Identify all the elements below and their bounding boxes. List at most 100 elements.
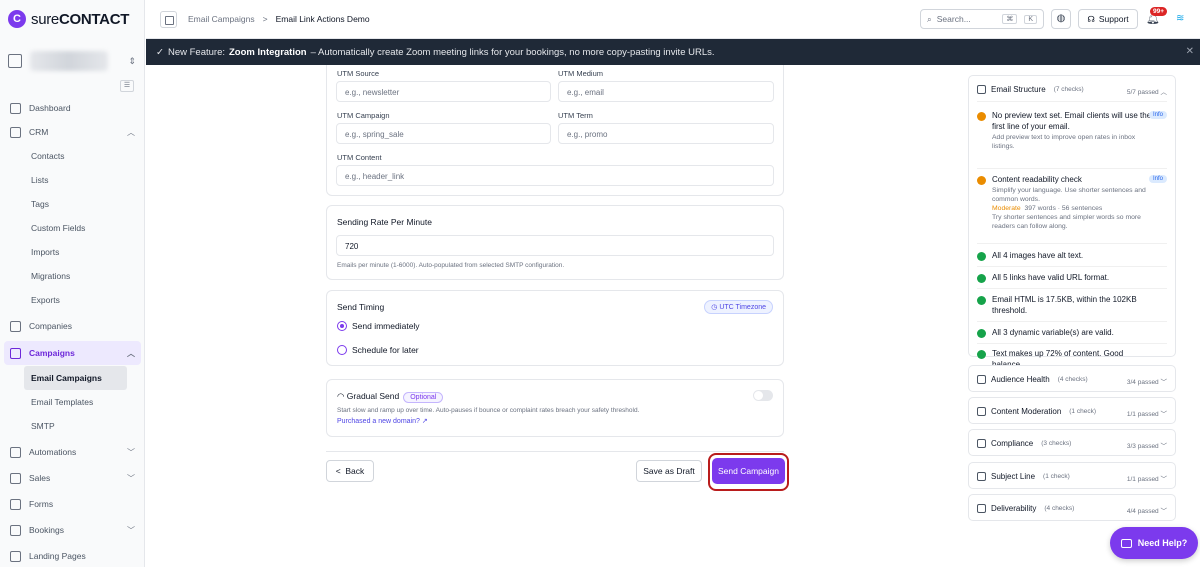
readability-counts: 397 words · 56 sentences: [1024, 205, 1103, 213]
check-item: All 5 links have valid URL format.: [977, 273, 1167, 285]
sidebar-collapse-icon[interactable]: ☰: [120, 80, 134, 92]
utm-medium-input[interactable]: e.g., email: [558, 81, 774, 102]
group-title: Deliverability: [991, 504, 1037, 513]
subject-line-group[interactable]: Subject Line (1 check) 1/1 passed ﹀: [968, 462, 1176, 489]
check-icon: ✓: [156, 46, 164, 58]
utm-content-label: UTM Content: [337, 153, 382, 162]
gauge-icon: ◠: [337, 391, 347, 401]
sending-rate-input[interactable]: 720: [336, 235, 774, 256]
utm-content-input[interactable]: e.g., header_link: [336, 165, 774, 186]
save-draft-button[interactable]: Save as Draft: [636, 460, 702, 482]
email-structure-card: Email Structure (7 checks) 5/7 passed ︿ N…: [968, 75, 1176, 369]
close-icon[interactable]: ✕: [1186, 46, 1194, 57]
support-button[interactable]: ☊ Support: [1078, 9, 1138, 29]
group-title: Email Structure: [991, 85, 1046, 94]
sidebar: C sureCONTACT ⇕ ☰ Dashboard CRM ︿ Contact…: [0, 0, 145, 567]
new-domain-link[interactable]: Purchased a new domain? ↗: [337, 417, 428, 425]
workspace-switcher[interactable]: ⇕: [8, 44, 136, 78]
sidebar-item-label: Automations: [29, 447, 77, 457]
building-icon: [8, 54, 22, 68]
sidebar-subitem-exports[interactable]: Exports: [0, 288, 145, 312]
group-header: Compliance (3 checks): [977, 439, 1071, 448]
sidebar-subitem-email-templates[interactable]: Email Templates: [0, 390, 145, 414]
separator: [977, 243, 1167, 244]
email-structure-header[interactable]: Email Structure (7 checks): [977, 85, 1084, 94]
audience-health-group[interactable]: Audience Health (4 checks) 3/4 passed ﹀: [968, 365, 1176, 392]
search-input[interactable]: ⌕ Search... ⌘ K: [920, 9, 1044, 29]
briefcase-icon: [10, 472, 21, 484]
radio-label: Send immediately: [352, 321, 420, 331]
sending-rate-help: Emails per minute (1-6000). Auto-populat…: [337, 262, 565, 269]
compliance-group[interactable]: Compliance (3 checks) 3/3 passed ﹀: [968, 429, 1176, 456]
gradual-send-toggle[interactable]: [753, 390, 773, 401]
deliverability-group[interactable]: Deliverability (4 checks) 4/4 passed ﹀: [968, 494, 1176, 521]
group-passed: 1/1 passed ﹀: [1126, 476, 1167, 483]
sidebar-item-sales[interactable]: Sales ﹀: [0, 466, 145, 490]
connection-icon[interactable]: ≋: [1176, 13, 1184, 24]
sidebar-item-bookings[interactable]: Bookings ﹀: [0, 518, 145, 542]
back-label: Back: [345, 466, 365, 476]
toggle-sidebar-icon[interactable]: [160, 11, 177, 28]
group-sub: (4 checks): [1044, 505, 1075, 512]
breadcrumb-separator: >: [262, 14, 268, 24]
sidebar-item-companies[interactable]: Companies: [0, 314, 145, 338]
sidebar-subitem-email-campaigns[interactable]: Email Campaigns: [24, 366, 127, 390]
sidebar-subitem-custom-fields[interactable]: Custom Fields: [0, 216, 145, 240]
sidebar-subitem-migrations[interactable]: Migrations: [0, 264, 145, 288]
automations-icon: [10, 446, 21, 458]
sidebar-item-label: CRM: [29, 127, 49, 137]
sidebar-item-forms[interactable]: Forms: [0, 492, 145, 516]
utm-campaign-input[interactable]: e.g., spring_sale: [336, 123, 551, 144]
megaphone-icon: [10, 347, 21, 359]
banner-feature: Zoom Integration: [229, 46, 307, 58]
logo-text-b: CONTACT: [58, 10, 130, 28]
sidebar-subitem-contacts[interactable]: Contacts: [0, 144, 145, 168]
chevron-left-icon: <: [335, 466, 341, 476]
globe-icon[interactable]: ◍: [1051, 9, 1071, 29]
info-badge: Info: [1148, 175, 1167, 183]
utm-term-input[interactable]: e.g., promo: [558, 123, 774, 144]
sidebar-item-landing-pages[interactable]: Landing Pages: [0, 544, 145, 567]
group-header: Audience Health (4 checks): [977, 375, 1088, 384]
check-text: All 5 links have valid URL format.: [992, 273, 1110, 282]
check-text-block: No preview text set. Email clients will …: [992, 111, 1152, 151]
sending-rate-card: Sending Rate Per Minute 720 Emails per m…: [326, 205, 784, 280]
check-circle-icon: [977, 296, 986, 305]
back-button[interactable]: < Back: [326, 460, 374, 482]
sidebar-item-crm[interactable]: CRM ︿: [0, 120, 145, 144]
need-help-button[interactable]: Need Help?: [1110, 527, 1198, 559]
group-header: Content Moderation (1 check): [977, 407, 1096, 416]
content-moderation-group[interactable]: Content Moderation (1 check) 1/1 passed ﹀: [968, 397, 1176, 424]
sidebar-subitem-lists[interactable]: Lists: [0, 168, 145, 192]
breadcrumb-parent[interactable]: Email Campaigns: [188, 14, 255, 24]
readability-stats: Moderate 397 words · 56 sentences: [992, 204, 1152, 213]
group-passed: 3/4 passed ﹀: [1126, 379, 1167, 386]
logo-text: sureCONTACT: [31, 11, 129, 28]
schedule-later-radio[interactable]: Schedule for later: [337, 345, 419, 355]
sidebar-item-label: Sales: [29, 473, 51, 483]
app-logo[interactable]: C sureCONTACT: [8, 10, 129, 28]
sidebar-item-label: Companies: [29, 321, 72, 331]
sidebar-subitem-tags[interactable]: Tags: [0, 192, 145, 216]
support-label: Support: [1098, 14, 1129, 24]
radio-selected-icon: [337, 321, 347, 331]
sidebar-item-automations[interactable]: Automations ﹀: [0, 440, 145, 464]
sidebar-subitem-imports[interactable]: Imports: [0, 240, 145, 264]
separator: [977, 168, 1167, 169]
check-item: Text makes up 72% of content. Good balan…: [977, 349, 1167, 369]
sidebar-item-label: Landing Pages: [29, 551, 86, 561]
check-circle-icon: [977, 350, 986, 359]
sidebar-subitem-smtp[interactable]: SMTP: [0, 414, 145, 438]
separator: [977, 266, 1167, 267]
check-item: No preview text set. Email clients will …: [977, 111, 1167, 161]
sidebar-item-dashboard[interactable]: Dashboard: [0, 96, 145, 120]
send-campaign-button[interactable]: Send Campaign: [712, 458, 785, 484]
separator: [977, 321, 1167, 322]
check-subtext: Simplify your language. Use shorter sent…: [992, 186, 1146, 203]
utm-source-input[interactable]: e.g., newsletter: [336, 81, 551, 102]
send-immediately-radio[interactable]: Send immediately: [337, 321, 420, 331]
sidebar-item-campaigns[interactable]: Campaigns ︿: [4, 341, 141, 365]
logo-text-a: sure: [31, 10, 59, 28]
check-item: Email HTML is 17.5KB, within the 102KB t…: [977, 295, 1167, 319]
separator: [977, 101, 1167, 102]
